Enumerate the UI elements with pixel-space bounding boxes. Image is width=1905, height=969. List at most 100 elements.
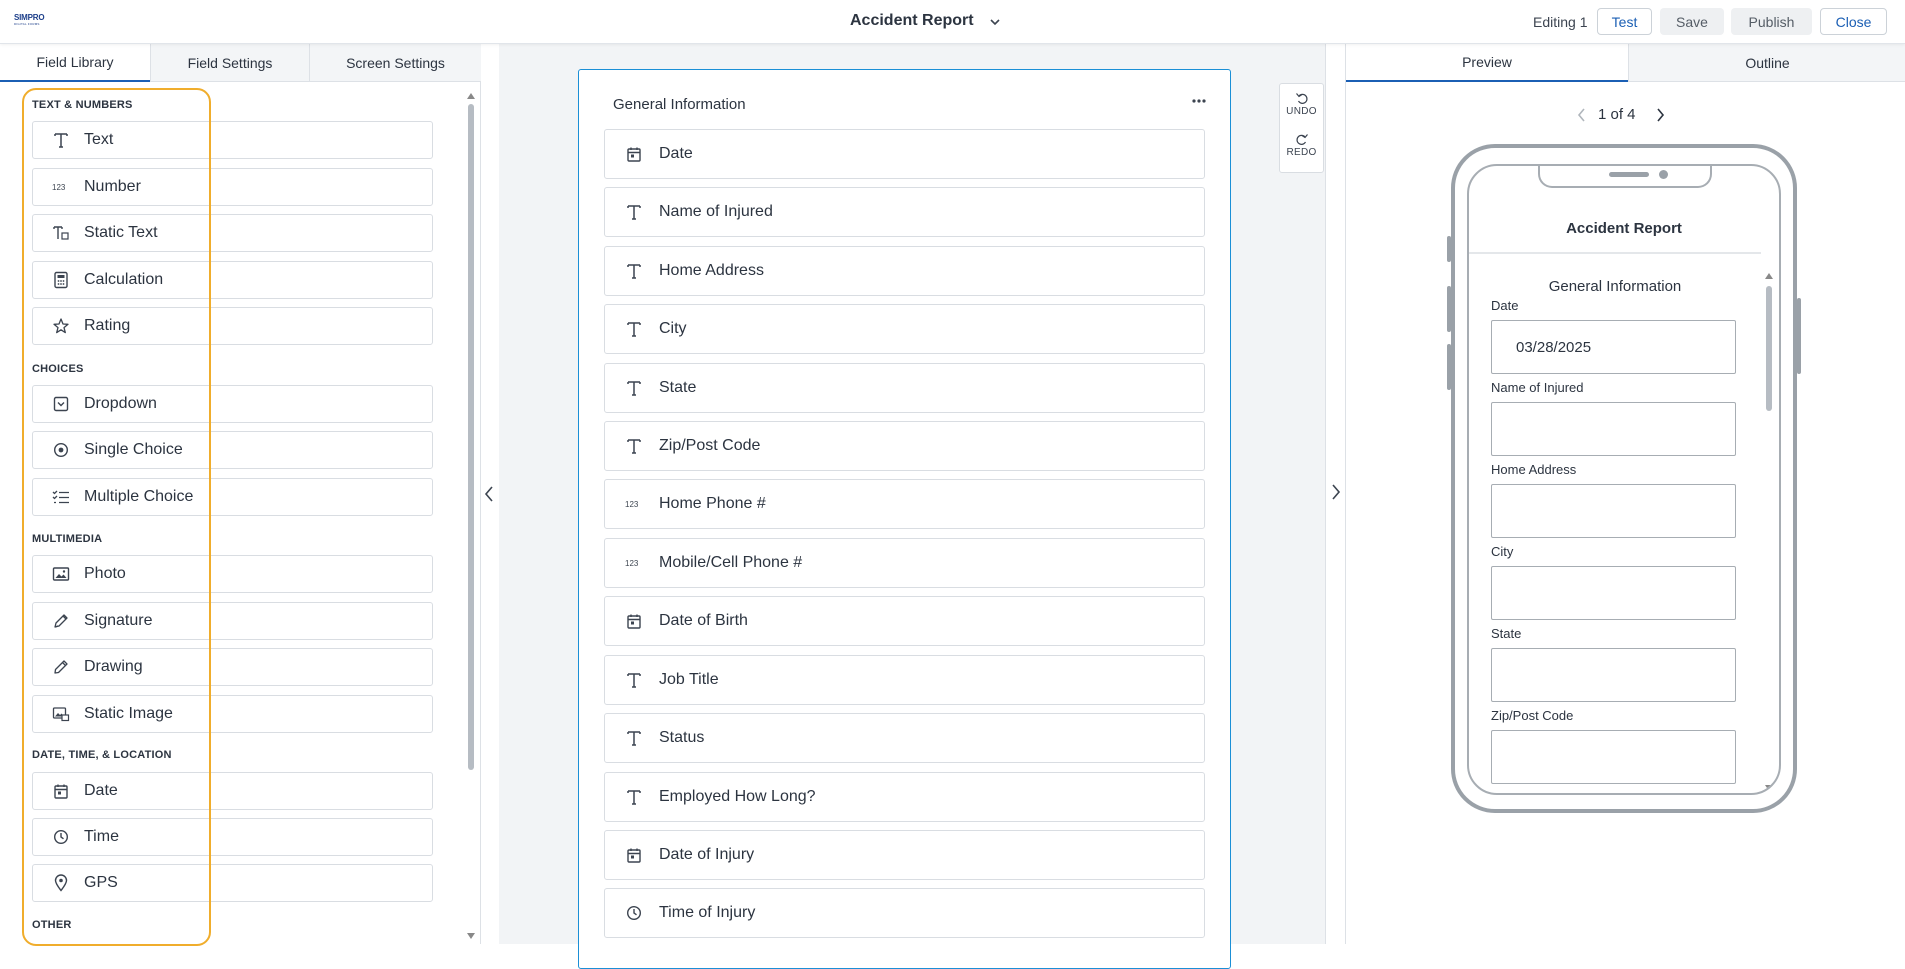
undo-button[interactable]: UNDO xyxy=(1280,91,1323,117)
preview-address-input[interactable] xyxy=(1491,484,1736,538)
more-options-icon[interactable] xyxy=(1191,98,1207,104)
editing-status: Editing 1 xyxy=(1533,14,1588,30)
preview-city-input[interactable] xyxy=(1491,566,1736,620)
canvas-field[interactable]: Date xyxy=(604,129,1205,179)
logo-text: SIMPRO xyxy=(14,13,45,22)
save-button[interactable]: Save xyxy=(1660,8,1724,35)
library-field-date[interactable]: Date xyxy=(32,772,433,810)
library-field-static-image[interactable]: Static Image xyxy=(32,695,433,733)
publish-button[interactable]: Publish xyxy=(1731,8,1812,35)
screen-title: General Information xyxy=(613,96,746,113)
preview-field-label: Home Address xyxy=(1491,462,1577,477)
library-field-photo[interactable]: Photo xyxy=(32,555,433,593)
redo-button[interactable]: REDO xyxy=(1280,132,1323,158)
scrollbar-thumb[interactable] xyxy=(1766,286,1772,411)
preview-section-title: General Information xyxy=(1548,278,1682,295)
previous-screen-icon[interactable] xyxy=(1576,107,1588,123)
canvas-field[interactable]: Zip/Post Code xyxy=(604,421,1205,471)
field-label: Static Image xyxy=(84,705,173,722)
canvas-field[interactable]: Date of Injury xyxy=(604,830,1205,880)
tab-field-settings[interactable]: Field Settings xyxy=(150,44,309,82)
preview-scrollbar[interactable] xyxy=(1764,272,1774,792)
chevron-down-icon[interactable] xyxy=(988,15,1002,29)
canvas-field[interactable]: 123 Mobile/Cell Phone # xyxy=(604,538,1205,588)
category-heading: TEXT & NUMBERS xyxy=(32,99,133,111)
library-field-static-text[interactable]: Static Text xyxy=(32,214,433,252)
scroll-down-icon[interactable] xyxy=(1764,784,1774,792)
library-scrollbar[interactable] xyxy=(466,88,476,944)
field-label: Time xyxy=(84,828,119,845)
close-button[interactable]: Close xyxy=(1820,8,1887,35)
next-screen-icon[interactable] xyxy=(1654,107,1666,123)
canvas-field[interactable]: Home Address xyxy=(604,246,1205,296)
category-heading: MULTIMEDIA xyxy=(32,533,103,545)
field-label: Zip/Post Code xyxy=(659,437,761,454)
field-label: Static Text xyxy=(84,224,158,241)
field-label: Dropdown xyxy=(84,395,157,412)
library-field-gps[interactable]: GPS xyxy=(32,864,433,902)
library-field-multiple-choice[interactable]: Multiple Choice xyxy=(32,478,433,516)
scroll-up-icon[interactable] xyxy=(1764,272,1774,280)
tab-outline[interactable]: Outline xyxy=(1628,44,1905,82)
field-label: Name of Injured xyxy=(659,203,773,220)
tab-preview[interactable]: Preview xyxy=(1346,44,1628,82)
form-title: Accident Report xyxy=(850,12,974,29)
undo-icon xyxy=(1295,93,1308,104)
canvas-field[interactable]: Status xyxy=(604,713,1205,763)
field-label: Photo xyxy=(84,565,126,582)
text-icon xyxy=(624,787,644,807)
chevron-left-icon[interactable] xyxy=(483,484,495,504)
phone-screen: Accident Report General Information Date… xyxy=(1467,164,1781,795)
library-field-calculation[interactable]: Calculation xyxy=(32,261,433,299)
preview-zip-input[interactable] xyxy=(1491,730,1736,784)
text-icon xyxy=(624,728,644,748)
canvas-field[interactable]: Date of Birth xyxy=(604,596,1205,646)
field-label: Date xyxy=(84,782,118,799)
library-field-drawing[interactable]: Drawing xyxy=(32,648,433,686)
phone-speaker xyxy=(1609,172,1649,177)
calendar-icon xyxy=(624,144,644,164)
canvas-field[interactable]: Name of Injured xyxy=(604,187,1205,237)
phone-preview: Accident Report General Information Date… xyxy=(1447,144,1801,813)
canvas-field[interactable]: State xyxy=(604,363,1205,413)
phone-side-button xyxy=(1447,344,1451,390)
location-pin-icon xyxy=(52,874,70,892)
library-field-single-choice[interactable]: Single Choice xyxy=(32,431,433,469)
canvas-field[interactable]: Employed How Long? xyxy=(604,772,1205,822)
field-label: Home Phone # xyxy=(659,495,766,512)
scrollbar-thumb[interactable] xyxy=(468,104,474,770)
preview-name-input[interactable] xyxy=(1491,402,1736,456)
category-heading: OTHER xyxy=(32,919,72,931)
library-field-rating[interactable]: Rating xyxy=(32,307,433,345)
tab-screen-settings[interactable]: Screen Settings xyxy=(309,44,481,82)
screen-card[interactable]: General Information Date Name of Injured… xyxy=(578,69,1231,969)
top-bar: SIMPRO DIGITAL FORMS Accident Report Edi… xyxy=(0,0,1905,44)
library-field-number[interactable]: 123 Number xyxy=(32,168,433,206)
calendar-icon xyxy=(624,845,644,865)
svg-text:123: 123 xyxy=(625,559,639,568)
library-field-text[interactable]: Text xyxy=(32,121,433,159)
chevron-right-icon[interactable] xyxy=(1330,482,1342,502)
canvas-field[interactable]: 123 Home Phone # xyxy=(604,479,1205,529)
canvas-field[interactable]: City xyxy=(604,304,1205,354)
clock-icon xyxy=(624,903,644,923)
test-button[interactable]: Test xyxy=(1597,8,1652,35)
preview-date-input[interactable]: 03/28/2025 xyxy=(1491,320,1736,374)
svg-text:123: 123 xyxy=(625,500,639,509)
field-label: Date of Injury xyxy=(659,846,755,863)
phone-notch xyxy=(1538,166,1712,188)
library-field-time[interactable]: Time xyxy=(32,818,433,856)
dropdown-icon xyxy=(52,395,70,413)
tab-field-library[interactable]: Field Library xyxy=(0,44,150,82)
canvas-field[interactable]: Job Title xyxy=(604,655,1205,705)
text-icon xyxy=(624,436,644,456)
preview-state-input[interactable] xyxy=(1491,648,1736,702)
preview-field-label: Name of Injured xyxy=(1491,380,1584,395)
scroll-up-icon[interactable] xyxy=(466,92,476,100)
preview-field-label: Zip/Post Code xyxy=(1491,708,1574,723)
library-field-dropdown[interactable]: Dropdown xyxy=(32,385,433,423)
field-label: Job Title xyxy=(659,671,719,688)
library-field-signature[interactable]: Signature xyxy=(32,602,433,640)
canvas-field[interactable]: Time of Injury xyxy=(604,888,1205,938)
scroll-down-icon[interactable] xyxy=(466,932,476,940)
